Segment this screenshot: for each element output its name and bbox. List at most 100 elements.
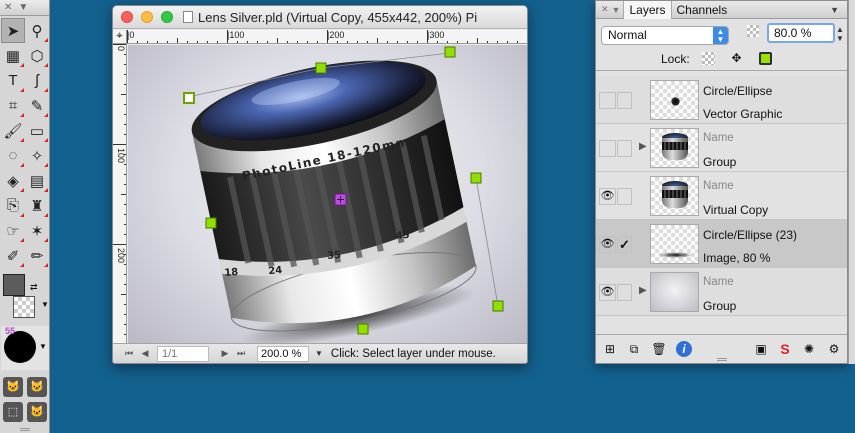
brush-size-label: 55	[5, 326, 16, 336]
brush-menu-icon[interactable]: ▼	[39, 342, 47, 351]
vertical-ruler[interactable]: 0 100 200	[113, 44, 127, 344]
visibility-toggle[interactable]: 👁	[599, 188, 616, 205]
new-layer-icon[interactable]: ⊞	[602, 341, 618, 357]
tab-layers[interactable]: Layers	[623, 0, 672, 19]
tool-submenu-indicator	[44, 113, 48, 117]
shape-icon[interactable]: ⬡	[25, 43, 49, 68]
first-page-icon[interactable]: ⏮	[121, 348, 137, 359]
tool-submenu-indicator	[44, 63, 48, 67]
lock-toggle[interactable]	[617, 188, 632, 205]
opacity-field[interactable]: 80.0 %	[767, 23, 835, 43]
lock-transparency-icon[interactable]	[702, 52, 715, 65]
zoom-menu-icon[interactable]: ▼	[315, 349, 323, 358]
ruler-origin-icon[interactable]: ⌖	[113, 30, 127, 44]
close-icon[interactable]: ✕	[4, 2, 12, 13]
blend-mode-value: Normal	[608, 28, 647, 42]
last-page-icon[interactable]: ⏭	[233, 348, 249, 359]
resize-handle	[315, 62, 327, 74]
panel-menu-icon[interactable]: ▼	[830, 5, 839, 15]
visibility-toggle[interactable]: 👁	[599, 284, 616, 301]
next-page-icon[interactable]: ▶	[217, 348, 233, 359]
layer-thumbnail	[650, 176, 699, 216]
mask-add-icon[interactable]: 🐱	[25, 374, 49, 399]
brush-preview[interactable]: 55 ▼	[1, 326, 49, 370]
document-titlebar[interactable]: Lens Silver.pld (Virtual Copy, 455x442, …	[113, 6, 527, 29]
background-color-swatch[interactable]	[13, 296, 35, 318]
transform-icon[interactable]: ▦	[1, 43, 25, 68]
mask-plus-icon[interactable]: 🐱	[25, 399, 49, 424]
layer-row[interactable]: Circle/Ellipse Vector Graphic	[596, 76, 847, 124]
tab-channels[interactable]: Channels	[672, 1, 733, 19]
zoom-field[interactable]: 200.0 %	[257, 345, 309, 362]
lasso-icon[interactable]: ◌	[1, 143, 25, 168]
tools-palette-titlebar[interactable]: ✕ ▼	[0, 0, 49, 16]
opacity-stepper[interactable]: ▲ ▼	[836, 25, 844, 43]
collapse-icon[interactable]: ▼	[612, 5, 621, 15]
clone-icon[interactable]: ⎘	[1, 193, 25, 218]
expand-group-icon[interactable]: ▶	[639, 141, 647, 152]
mask-icon[interactable]: 🐱	[1, 374, 25, 399]
layer-row[interactable]: 👁 Name Virtual Copy	[596, 172, 847, 220]
lock-toggle[interactable]	[617, 92, 632, 109]
close-window-button[interactable]	[121, 11, 133, 23]
visibility-toggle[interactable]: 👁	[599, 236, 616, 253]
crop-icon[interactable]: ⌗	[1, 93, 25, 118]
previous-page-icon[interactable]: ◀	[137, 348, 153, 359]
layers-toolbar: ⊞ ⧉ 🗑 i ▣ S ✺ ⚙	[596, 334, 847, 363]
tool-submenu-indicator	[44, 188, 48, 192]
lock-toggle[interactable]	[617, 140, 632, 157]
layer-row[interactable]: 👁 ▶ Name Group	[596, 268, 847, 316]
dodge-icon[interactable]: ✐	[1, 243, 25, 268]
info-icon[interactable]: i	[676, 341, 692, 357]
blend-mode-select[interactable]: Normal ▲ ▼	[601, 26, 729, 45]
layer-row[interactable]: ▶ Name Group	[596, 124, 847, 172]
stamp-icon[interactable]: ♜	[25, 193, 49, 218]
tool-submenu-indicator	[20, 163, 24, 167]
expand-group-icon[interactable]: ▶	[639, 285, 647, 296]
close-icon[interactable]: ✕	[601, 4, 609, 15]
palette-grip[interactable]	[19, 428, 30, 431]
layer-thumbnail	[650, 272, 699, 312]
selection-icon[interactable]: ⬚	[1, 399, 25, 424]
image-canvas[interactable]: PhotoLine 18-120mm 18 24 35 45	[128, 45, 527, 344]
layer-style-icon[interactable]: S	[777, 341, 793, 357]
select-arrow-icon[interactable]: ➤	[1, 18, 25, 43]
visibility-toggle[interactable]	[599, 140, 616, 157]
collapse-icon[interactable]: ▼	[18, 2, 28, 13]
swap-colors-icon[interactable]: ⇄	[30, 282, 38, 293]
tool-submenu-indicator	[20, 138, 24, 142]
magic-wand-icon[interactable]: ✧	[25, 143, 49, 168]
pencil-icon[interactable]: ✏	[25, 243, 49, 268]
page-field[interactable]: 1/1	[157, 345, 209, 362]
eyedropper-icon[interactable]: ✎	[25, 93, 49, 118]
ellipse-thumbnail-shape	[671, 97, 680, 106]
layer-mask-icon[interactable]: ▣	[753, 341, 769, 357]
swatch-menu-icon[interactable]: ▼	[41, 300, 49, 309]
gradient-icon[interactable]: ▤	[25, 168, 49, 193]
zoom-icon[interactable]: ⚲	[25, 18, 49, 43]
duplicate-layer-icon[interactable]: ⧉	[626, 341, 642, 357]
text-icon[interactable]: T	[1, 68, 25, 93]
horizontal-ruler[interactable]: |0 |100 |200 |300	[127, 30, 527, 44]
smudge-icon[interactable]: ☞	[1, 218, 25, 243]
panel-grip[interactable]	[716, 358, 727, 361]
lock-selection-icon[interactable]	[759, 52, 772, 65]
layer-row-selected[interactable]: 👁 ✓ Circle/Ellipse (23) Image, 80 %	[596, 220, 847, 268]
ruler-label: 0	[116, 46, 126, 52]
zoom-window-button[interactable]	[161, 11, 173, 23]
minimize-window-button[interactable]	[141, 11, 153, 23]
layer-effects-icon[interactable]: ✺	[801, 341, 817, 357]
brush-icon[interactable]: 🖌	[1, 118, 25, 143]
lock-toggle[interactable]	[617, 284, 632, 301]
eraser-icon[interactable]: ▭	[25, 118, 49, 143]
lock-position-icon[interactable]: ✥	[730, 52, 743, 65]
visibility-toggle[interactable]	[599, 92, 616, 109]
delete-layer-icon[interactable]: 🗑	[651, 341, 667, 357]
fill-icon[interactable]: ◈	[1, 168, 25, 193]
layer-name: Name	[703, 276, 734, 288]
settings-gear-icon[interactable]: ⚙	[826, 341, 842, 357]
foreground-color-swatch[interactable]	[3, 274, 25, 296]
lock-toggle[interactable]: ✓	[617, 236, 632, 253]
path-icon[interactable]: ʃ	[25, 68, 49, 93]
retouch-icon[interactable]: ✶	[25, 218, 49, 243]
